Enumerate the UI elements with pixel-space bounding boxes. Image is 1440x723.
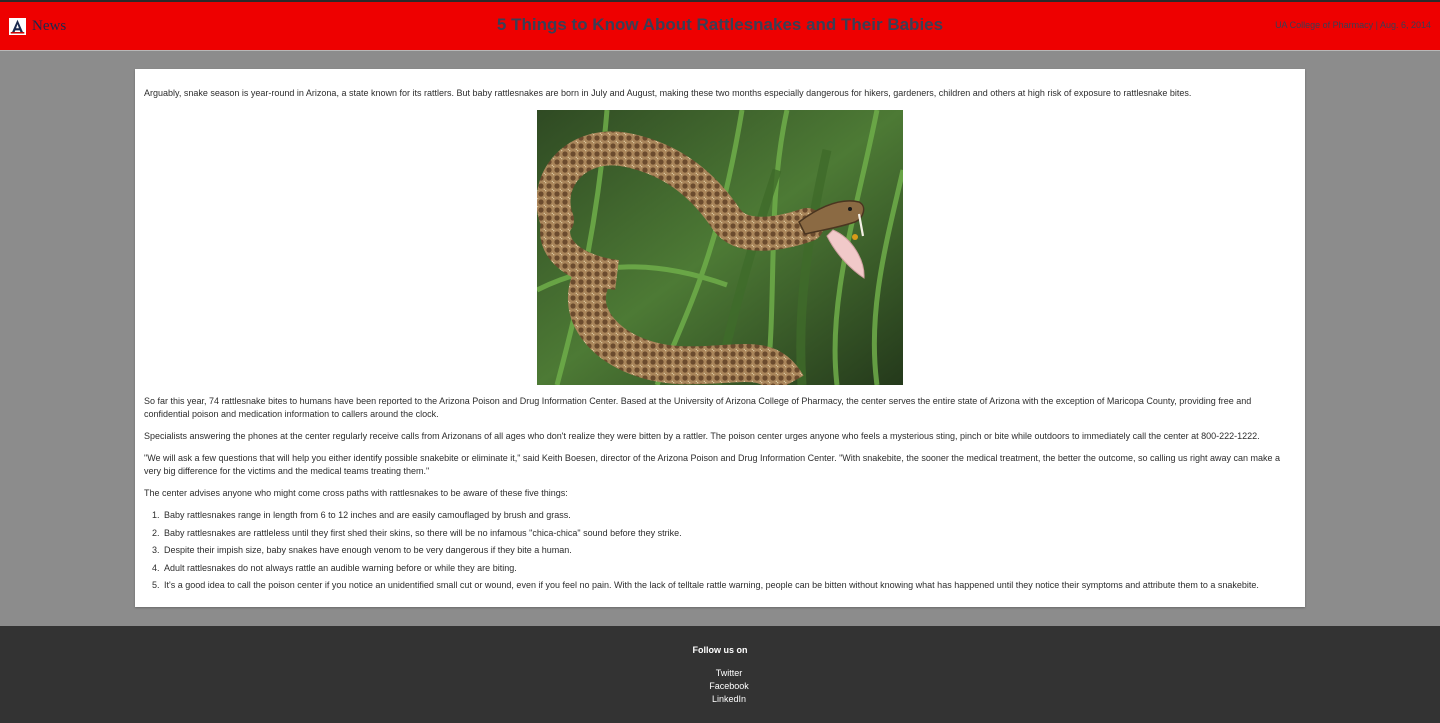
article-intro: Arguably, snake season is year-round in … <box>144 88 1192 98</box>
article-paragraph: Specialists answering the phones at the … <box>144 431 1260 441</box>
social-links: Twitter Facebook LinkedIn <box>0 667 1440 706</box>
facebook-link[interactable]: Facebook <box>0 680 1440 693</box>
list-item: It's a good idea to call the poison cent… <box>162 579 1296 592</box>
article-paragraph: So far this year, 74 rattlesnake bites t… <box>144 396 1252 419</box>
list-item: Despite their impish size, baby snakes h… <box>162 544 1296 557</box>
page-header: News 5 Things to Know About Rattlesnakes… <box>0 2 1440 51</box>
five-things-list: Baby rattlesnakes range in length from 6… <box>144 509 1296 592</box>
page-title: 5 Things to Know About Rattlesnakes and … <box>496 15 944 34</box>
follow-us-label: Follow us on <box>692 645 748 655</box>
list-item: Adult rattlesnakes do not always rattle … <box>162 562 1296 575</box>
article-card: Arguably, snake season is year-round in … <box>135 69 1305 607</box>
rattlesnake-photo-image <box>537 110 903 385</box>
article-paragraph: "We will ask a few questions that will h… <box>144 453 1281 476</box>
list-item: Baby rattlesnakes are rattleless until t… <box>162 527 1296 540</box>
twitter-link[interactable]: Twitter <box>0 667 1440 680</box>
linkedin-link[interactable]: LinkedIn <box>0 693 1440 706</box>
rattlesnake-photo <box>537 110 903 385</box>
article-byline: UA College of Pharmacy | Aug. 6, 2014 <box>1275 20 1431 30</box>
list-item: Baby rattlesnakes range in length from 6… <box>162 509 1296 522</box>
page-footer: Follow us on Twitter Facebook LinkedIn <box>0 626 1440 723</box>
article-paragraph: The center advises anyone who might come… <box>144 488 568 498</box>
